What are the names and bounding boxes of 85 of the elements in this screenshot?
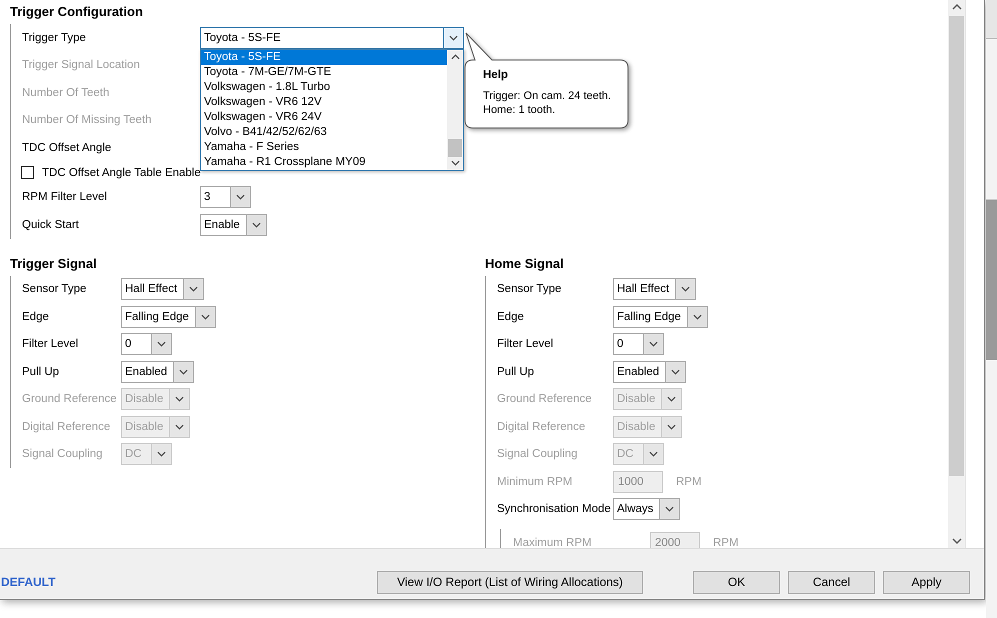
caret-icon bbox=[649, 451, 658, 458]
caret-icon bbox=[671, 368, 680, 375]
dropdown[interactable]: Toyota - 5S-FE bbox=[200, 26, 464, 49]
dialog-button[interactable]: Apply bbox=[883, 570, 970, 594]
field-label: Ground Reference bbox=[22, 393, 118, 406]
field-label: TDC Offset Angle bbox=[22, 142, 112, 154]
scrollbar-thumb[interactable] bbox=[448, 139, 462, 157]
section-title: Trigger Configuration bbox=[10, 3, 144, 21]
caret-icon bbox=[236, 194, 245, 200]
caret-icon bbox=[449, 34, 458, 41]
dropdown[interactable]: 0 bbox=[613, 333, 664, 356]
scroll-down-icon bbox=[450, 160, 460, 166]
caret-icon bbox=[189, 286, 198, 292]
caret-icon bbox=[649, 341, 658, 348]
field-label: Filter Level bbox=[22, 338, 80, 350]
dropdown[interactable]: Enable bbox=[200, 214, 267, 236]
list-option[interactable]: Toyota - 7M-GE/7M-GTE bbox=[201, 65, 447, 80]
caret-icon bbox=[157, 451, 166, 458]
caret-icon bbox=[667, 396, 676, 402]
field-label: RPM Filter Level bbox=[22, 191, 108, 204]
caret-icon bbox=[692, 314, 702, 320]
field-label: Ground Reference bbox=[497, 393, 593, 406]
help-text: Home: 1 tooth. bbox=[483, 103, 556, 117]
list-option[interactable]: Volkswagen - 1.8L Turbo bbox=[201, 80, 447, 95]
caret-icon bbox=[175, 424, 184, 430]
help-text: Trigger: On cam. 24 teeth. bbox=[483, 89, 612, 103]
field-label: Synchronisation Mode bbox=[497, 503, 612, 516]
scroll-down-icon[interactable] bbox=[952, 538, 962, 544]
field-label: Sensor Type bbox=[22, 283, 88, 296]
dialog-button[interactable]: OK bbox=[693, 570, 780, 594]
caret-icon bbox=[665, 506, 674, 512]
unit-label: RPM bbox=[676, 476, 702, 488]
help-title: Help bbox=[483, 69, 509, 81]
dropdown[interactable]: Hall Effect bbox=[613, 278, 696, 300]
caret-icon bbox=[667, 424, 676, 430]
list-option[interactable]: Toyota - 5S-FE bbox=[201, 50, 447, 65]
dropdown[interactable]: Falling Edge bbox=[613, 306, 708, 328]
dropdown[interactable]: Falling Edge bbox=[121, 306, 216, 328]
unit-label: RPM bbox=[713, 536, 739, 548]
field-label: Edge bbox=[497, 310, 525, 323]
field-label: Minimum RPM bbox=[497, 476, 574, 488]
field-label: Signal Coupling bbox=[497, 448, 579, 460]
field-label: Signal Coupling bbox=[22, 448, 104, 460]
field-label: Number Of Teeth bbox=[22, 86, 110, 99]
caret-icon bbox=[175, 396, 184, 402]
dropdown[interactable]: Enabled bbox=[121, 360, 194, 383]
default-link[interactable]: DEFAULT bbox=[1, 575, 56, 589]
dropdown[interactable]: 0 bbox=[121, 333, 172, 356]
field-label: Maximum RPM bbox=[513, 536, 593, 548]
section-title: Trigger Signal bbox=[10, 254, 98, 272]
list-option[interactable]: Volkswagen - VR6 12V bbox=[201, 95, 447, 110]
dialog-button[interactable]: Cancel bbox=[788, 570, 875, 594]
dialog-button[interactable]: View I/O Report (List of Wiring Allocations) bbox=[377, 570, 643, 594]
field-label: Trigger Signal Location bbox=[22, 59, 141, 72]
dropdown[interactable]: 3 bbox=[200, 186, 251, 208]
scroll-up-icon[interactable] bbox=[952, 4, 962, 10]
field-label: Sensor Type bbox=[497, 283, 562, 296]
field-label: Trigger Type bbox=[22, 32, 87, 44]
section-title: Home Signal bbox=[485, 254, 565, 272]
caret-icon bbox=[252, 222, 261, 228]
dropdown[interactable]: Enabled bbox=[613, 360, 686, 383]
dropdown[interactable]: Hall Effect bbox=[121, 278, 204, 300]
field-label: Quick Start bbox=[22, 218, 80, 231]
field-label: Pull Up bbox=[497, 366, 536, 378]
caret-icon bbox=[157, 341, 166, 348]
scrollbar-thumb[interactable] bbox=[949, 16, 964, 476]
caret-icon bbox=[200, 314, 210, 320]
field-label: Digital Reference bbox=[22, 420, 112, 433]
scroll-up-icon bbox=[450, 54, 460, 60]
field-label: Number Of Missing Teeth bbox=[22, 114, 153, 126]
list-option[interactable]: Yamaha - R1 Crossplane MY09 bbox=[201, 155, 447, 170]
field-label: Filter Level bbox=[497, 338, 554, 350]
checkbox-label: TDC Offset Angle Table Enable bbox=[42, 166, 201, 178]
field-label: Digital Reference bbox=[497, 420, 586, 433]
list-option[interactable]: Volvo - B41/42/52/62/63 bbox=[201, 125, 447, 140]
field-label: Edge bbox=[22, 310, 50, 323]
scrollbar[interactable] bbox=[948, 0, 965, 548]
caret-icon bbox=[681, 286, 690, 292]
field-label: Pull Up bbox=[22, 366, 60, 378]
checkbox[interactable] bbox=[21, 166, 34, 179]
scrollbar[interactable] bbox=[447, 50, 463, 170]
dropdown[interactable]: Always bbox=[613, 498, 680, 520]
list-option[interactable]: Yamaha - F Series bbox=[201, 140, 447, 155]
list-option[interactable]: Volkswagen - VR6 24V bbox=[201, 110, 447, 125]
caret-icon bbox=[179, 368, 188, 375]
